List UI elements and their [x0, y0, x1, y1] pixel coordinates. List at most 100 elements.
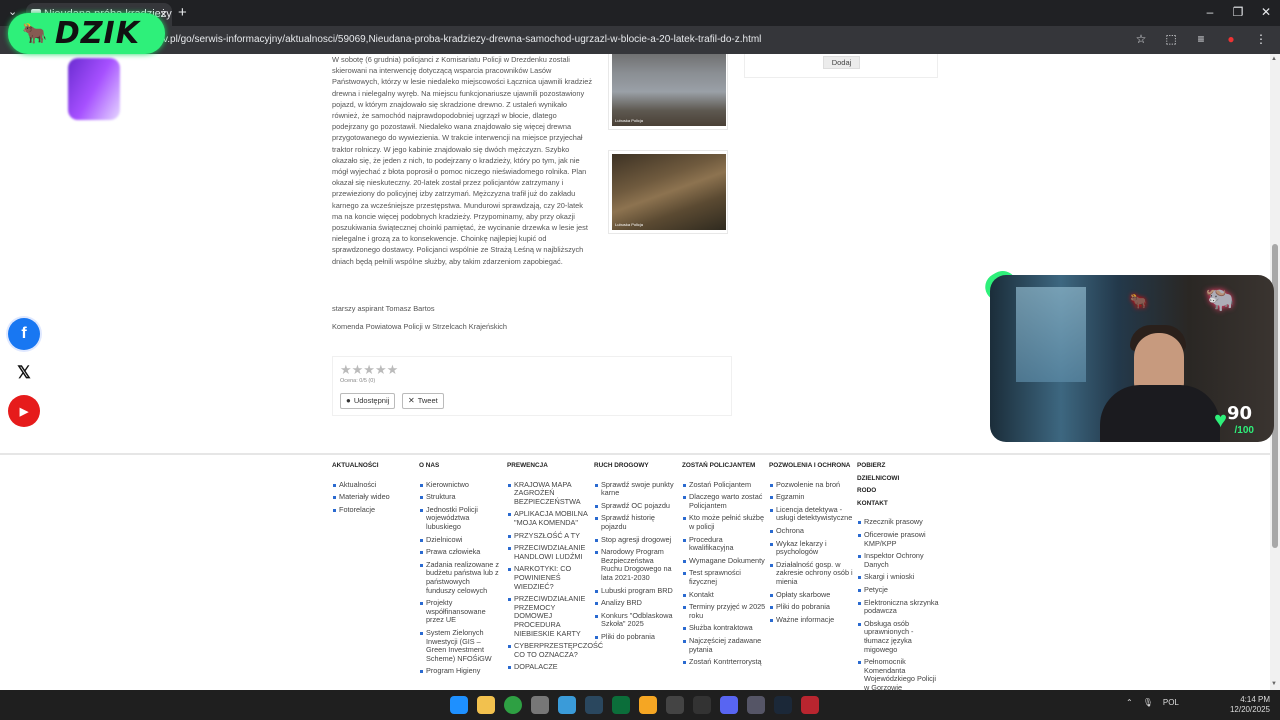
app-icon[interactable]: [612, 696, 630, 714]
start-icon[interactable]: [450, 696, 468, 714]
microphone-icon[interactable]: 🎙: [1143, 698, 1153, 707]
footer-link[interactable]: Procedura kwalifikacyjna: [682, 535, 766, 553]
footer-link[interactable]: Licencja detektywa - usługi detektywisty…: [769, 505, 853, 523]
footer-heading[interactable]: POBIERZ: [857, 462, 939, 471]
footer-heading[interactable]: RUCH DROGOWY: [594, 462, 676, 471]
footer-link[interactable]: APLIKACJA MOBILNA "MOJA KOMENDA": [507, 510, 589, 527]
footer-link[interactable]: Pozwolenie na broń: [769, 480, 853, 490]
dodaj-button[interactable]: Dodaj: [823, 56, 860, 69]
extensions-icon[interactable]: ⬚: [1164, 32, 1178, 46]
taskbar-clock[interactable]: 4:14 PM 12/20/2025: [1230, 695, 1270, 715]
footer-link[interactable]: Pliki do pobrania: [769, 603, 853, 612]
footer-link[interactable]: Wykaz lekarzy i psychologów: [769, 539, 853, 557]
footer-link[interactable]: Skargi i wnioski: [857, 573, 939, 582]
footer-link[interactable]: Opłaty skarbowe: [769, 590, 853, 600]
photo-car[interactable]: Lubuska Policja: [608, 54, 728, 130]
footer-link[interactable]: Program Higieny: [419, 667, 499, 676]
rating-stars[interactable]: ★★★★★: [340, 362, 398, 378]
settings-icon[interactable]: [747, 696, 765, 714]
url-text[interactable]: v.pl/go/serwis-informacyjny/aktualnosci/…: [163, 34, 761, 45]
footer-link[interactable]: Prawa człowieka: [419, 548, 499, 557]
close-window-button[interactable]: ✕: [1252, 0, 1280, 26]
footer-link[interactable]: PRZECIWDZIAŁANIE HANDLOWI LUDŹMI: [507, 543, 589, 561]
footer-link[interactable]: Ochrona: [769, 526, 853, 536]
footer-link[interactable]: Inspektor Ochrony Danych: [857, 551, 939, 569]
footer-link[interactable]: PRZYSZŁOŚĆ A TY: [507, 531, 589, 541]
footer-link[interactable]: PRZECIWDZIAŁANIE PRZEMOCY DOMOWEJ PROCED…: [507, 594, 589, 638]
footer-link[interactable]: System Zielonych Inwestycji (GIS – Green…: [419, 628, 499, 663]
footer-link[interactable]: Działalność gosp. w zakresie ochrony osó…: [769, 560, 853, 587]
footer-link[interactable]: Materiały wideo: [332, 493, 416, 502]
footer-link[interactable]: Oficerowie prasowi KMP/KPP: [857, 530, 939, 548]
footer-link[interactable]: Jednostki Policji województwa lubuskiego: [419, 505, 499, 532]
footer-link[interactable]: Służba kontraktowa: [682, 624, 766, 633]
x-icon[interactable]: 𝕏: [8, 357, 40, 389]
footer-heading[interactable]: O NAS: [419, 462, 499, 471]
obs-icon[interactable]: [693, 696, 711, 714]
footer-link[interactable]: Projekty współfinansowane przez UE: [419, 598, 499, 625]
footer-link[interactable]: Analizy BRD: [594, 599, 676, 608]
footer-link[interactable]: Narodowy Program Bezpieczeństwa Ruchu Dr…: [594, 547, 676, 582]
footer-link[interactable]: Test sprawności fizycznej: [682, 568, 766, 586]
footer-bold-link[interactable]: RODO: [857, 487, 939, 496]
youtube-icon[interactable]: ▶: [8, 395, 40, 427]
footer-link[interactable]: Sprawdź historię pojazdu: [594, 514, 676, 531]
app-icon[interactable]: [666, 696, 684, 714]
footer-heading[interactable]: AKTUALNOŚCI: [332, 462, 416, 471]
footer-bold-link[interactable]: KONTAKT: [857, 500, 939, 509]
tray-overflow-icon[interactable]: ⌃: [1126, 698, 1133, 707]
bookmark-star-icon[interactable]: ☆: [1134, 32, 1148, 46]
footer-link[interactable]: Petycje: [857, 585, 939, 595]
app-icon[interactable]: [558, 696, 576, 714]
scroll-up-icon[interactable]: ▲: [1271, 56, 1277, 62]
footer-heading[interactable]: POZWOLENIA I OCHRONA: [769, 462, 853, 471]
footer-link[interactable]: Sprawdź swoje punkty karne: [594, 480, 676, 498]
footer-link[interactable]: KRAJOWA MAPA ZAGROŻEŃ BEZPIECZEŃSTWA: [507, 480, 589, 507]
address-bar[interactable]: v.pl/go/serwis-informacyjny/aktualnosci/…: [0, 26, 1280, 54]
footer-link[interactable]: Dzielnicowi: [419, 535, 499, 545]
footer-link[interactable]: Kierownictwo: [419, 480, 499, 490]
footer-link[interactable]: Rzecznik prasowy: [857, 518, 939, 527]
footer-link[interactable]: Egzamin: [769, 493, 853, 502]
app-icon[interactable]: [801, 696, 819, 714]
footer-link[interactable]: Pełnomocnik Komendanta Wojewódzkiego Pol…: [857, 657, 939, 690]
footer-link[interactable]: Terminy przyjęć w 2025 roku: [682, 602, 766, 620]
steam-icon[interactable]: [585, 696, 603, 714]
minimize-button[interactable]: –: [1196, 0, 1224, 26]
facebook-share-button[interactable]: ● Udostępnij: [340, 393, 396, 409]
footer-link[interactable]: Kto może pełnić służbę w policji: [682, 514, 766, 531]
footer-link[interactable]: Sprawdź OC pojazdu: [594, 501, 676, 511]
chrome-icon[interactable]: [504, 696, 522, 714]
footer-link[interactable]: Zostań Policjantem: [682, 480, 766, 490]
footer-link[interactable]: Zadania realizowane z budżetu państwa lu…: [419, 560, 499, 595]
file-explorer-icon[interactable]: [477, 696, 495, 714]
footer-link[interactable]: Fotorelacje: [332, 505, 416, 515]
facebook-icon[interactable]: f: [8, 318, 40, 350]
footer-link[interactable]: DOPALACZE: [507, 663, 589, 672]
app-icon[interactable]: [531, 696, 549, 714]
footer-link[interactable]: Wymagane Dokumenty: [682, 556, 766, 566]
footer-link[interactable]: Obsługa osób uprawnionych - tłumacz języ…: [857, 619, 939, 654]
footer-link[interactable]: Pliki do pobrania: [594, 632, 676, 642]
discord-icon[interactable]: [720, 696, 738, 714]
app-icon[interactable]: [639, 696, 657, 714]
footer-link[interactable]: Elektroniczna skrzynka podawcza: [857, 598, 939, 616]
footer-link[interactable]: Struktura: [419, 493, 499, 502]
media-controls-icon[interactable]: ≡: [1194, 32, 1208, 46]
menu-kebab-icon[interactable]: ⋮: [1254, 32, 1268, 46]
profile-icon[interactable]: ●: [1224, 32, 1238, 46]
maximize-button[interactable]: ❐: [1224, 0, 1252, 26]
footer-link[interactable]: Dlaczego warto zostać Policjantem: [682, 492, 766, 510]
new-tab-button[interactable]: +: [178, 4, 187, 21]
footer-link[interactable]: Konkurs "Odblaskowa Szkoła" 2025: [594, 611, 676, 629]
tweet-button[interactable]: ✕ Tweet: [402, 393, 444, 409]
photo-wood[interactable]: Lubuska Policja: [608, 150, 728, 234]
footer-heading[interactable]: ZOSTAŃ POLICJANTEM: [682, 462, 766, 471]
footer-link[interactable]: Kontakt: [682, 590, 766, 600]
footer-link[interactable]: CYBERPRZESTĘPCZOŚĆ CO TO OZNACZA?: [507, 641, 603, 659]
footer-link[interactable]: NARKOTYKI: CO POWINIENEŚ WIEDZIEĆ?: [507, 565, 589, 591]
footer-link[interactable]: Ważne informacje: [769, 615, 853, 625]
footer-link[interactable]: Stop agresji drogowej: [594, 535, 676, 545]
footer-heading[interactable]: PREWENCJA: [507, 462, 589, 471]
app-icon[interactable]: [774, 696, 792, 714]
